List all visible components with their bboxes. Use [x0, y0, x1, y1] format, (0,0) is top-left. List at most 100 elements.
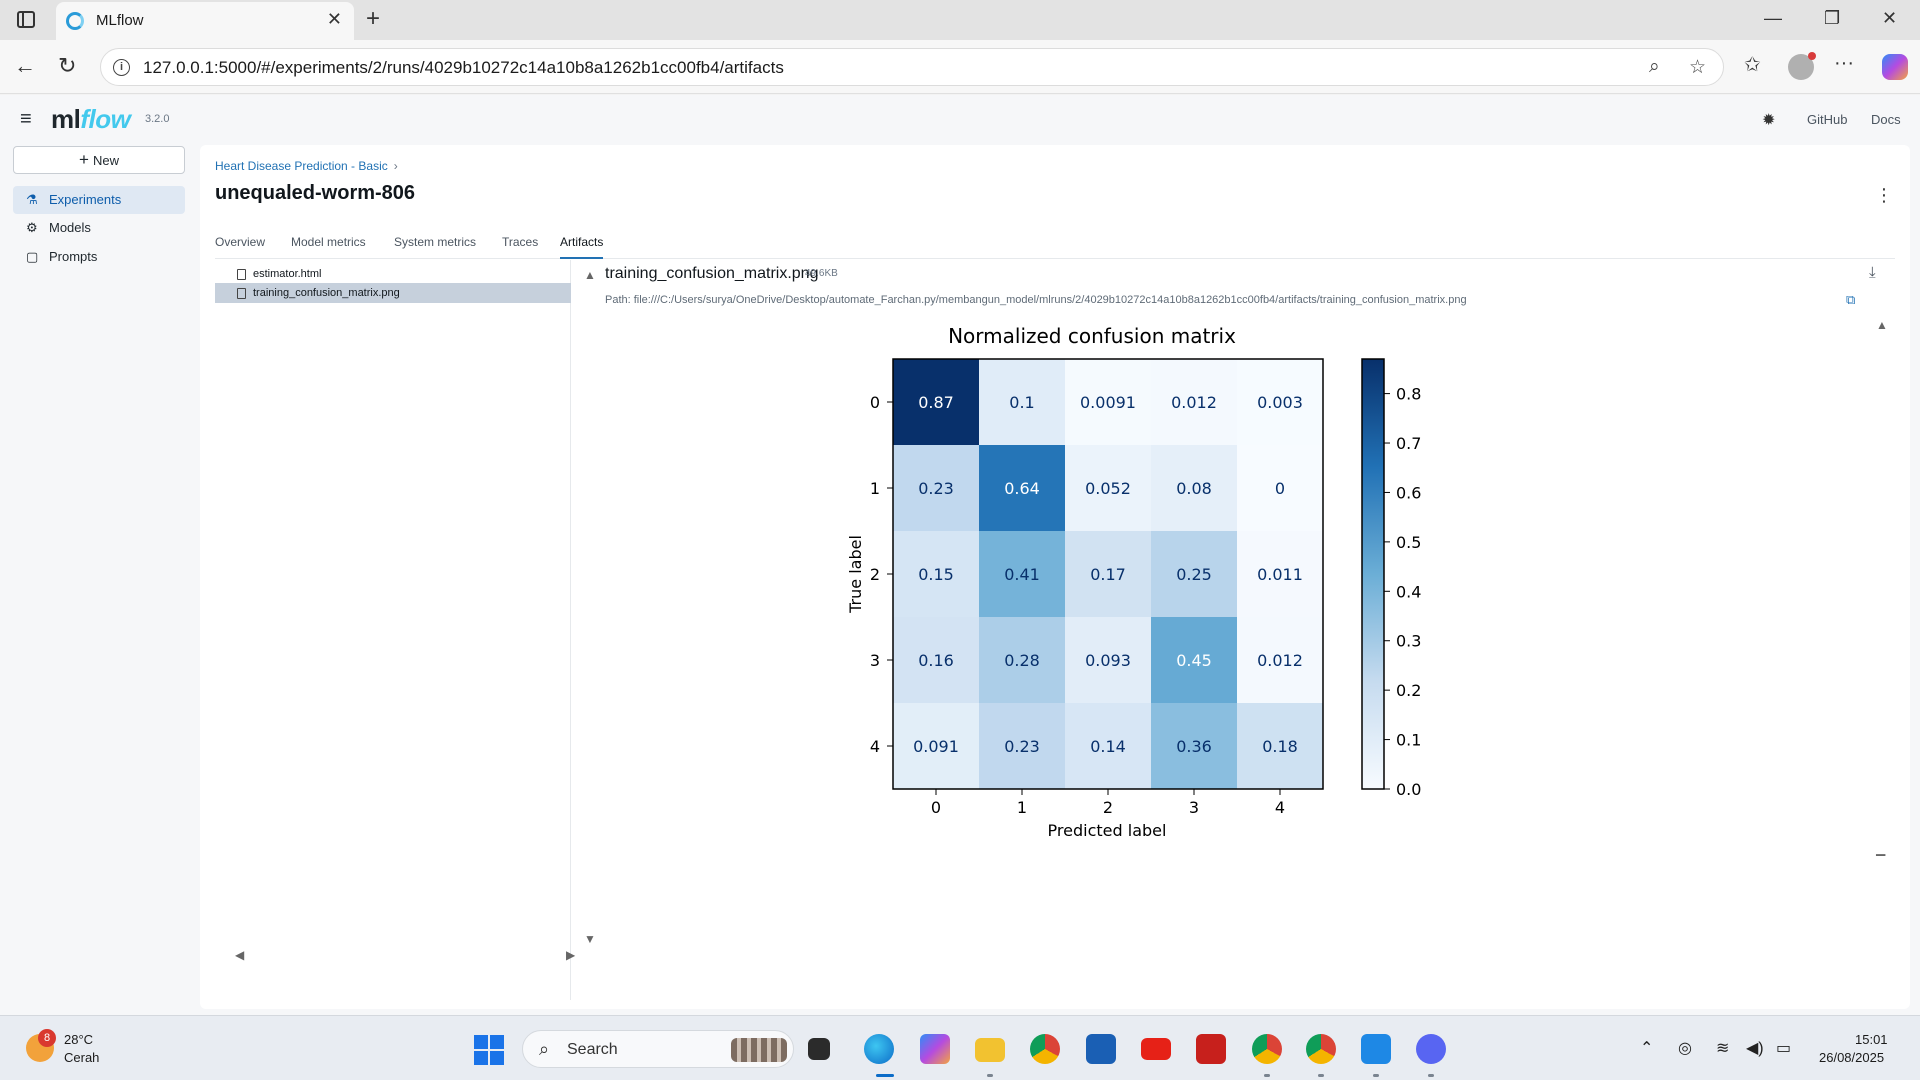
active-app-indicator	[876, 1074, 894, 1077]
address-bar[interactable]: i 127.0.0.1:5000/#/experiments/2/runs/40…	[100, 48, 1724, 86]
discord-icon[interactable]	[1416, 1034, 1446, 1064]
run-page: Heart Disease Prediction - Basic › unequa…	[200, 145, 1910, 1009]
running-indicator	[1318, 1074, 1324, 1077]
mlflow-logo[interactable]: mlflow	[51, 104, 131, 135]
beaker-icon: ⚗	[26, 192, 38, 207]
task-view-icon[interactable]	[808, 1038, 830, 1060]
scroll-right-icon[interactable]: ▶	[566, 948, 575, 962]
acrobat-icon[interactable]	[1196, 1034, 1226, 1064]
tab-title: MLflow	[96, 12, 144, 29]
kebab-menu-icon[interactable]: ⋮	[1875, 185, 1893, 206]
tab-overview[interactable]: Overview	[215, 235, 265, 259]
cell-value-label: 0.003	[1257, 393, 1303, 412]
tab-artifacts[interactable]: Artifacts	[560, 235, 604, 259]
clock-time[interactable]: 15:01	[1855, 1032, 1888, 1047]
cell-value-label: 0.25	[1176, 565, 1212, 584]
close-window-icon[interactable]: ✕	[1882, 8, 1897, 29]
file-explorer-icon[interactable]	[975, 1038, 1005, 1062]
new-button[interactable]: + New	[13, 146, 185, 174]
sidebar-item-models[interactable]: ⚙ Models	[13, 214, 185, 242]
volume-icon[interactable]: ◀)	[1746, 1038, 1764, 1058]
y-tick-label: 2	[870, 565, 880, 584]
taskbar-search[interactable]: ⌕ Search	[522, 1030, 794, 1068]
breadcrumb-experiment-link[interactable]: Heart Disease Prediction - Basic	[215, 159, 388, 173]
tab-actions-icon[interactable]	[17, 11, 35, 28]
artifact-file-confusion-matrix[interactable]: training_confusion_matrix.png	[215, 283, 571, 303]
reload-icon[interactable]: ↻	[58, 53, 76, 79]
colorbar-tick-label: 0.5	[1396, 533, 1421, 552]
y-tick-label: 1	[870, 479, 880, 498]
new-tab-icon[interactable]: +	[366, 5, 380, 33]
tab-traces[interactable]: Traces	[502, 235, 538, 259]
minimize-icon[interactable]: —	[1764, 8, 1782, 29]
sidebar-item-label: Experiments	[49, 192, 122, 207]
colorbar-tick-label: 0.7	[1396, 434, 1421, 453]
battery-icon[interactable]: ▭	[1776, 1038, 1791, 1058]
browser-tabstrip: MLflow ✕ + — ❐ ✕	[0, 0, 1920, 40]
copilot-app-icon[interactable]	[920, 1034, 950, 1064]
artifact-file-estimator[interactable]: estimator.html	[215, 264, 571, 284]
back-icon[interactable]: ←	[14, 53, 36, 79]
weather-description[interactable]: Cerah	[64, 1050, 99, 1065]
restore-icon[interactable]: ❐	[1824, 8, 1840, 29]
cell-value-label: 0.052	[1085, 479, 1131, 498]
artifact-viewer: training_confusion_matrix.png 49.6KB ⤓ P…	[580, 260, 1900, 1000]
tab-model-metrics[interactable]: Model metrics	[291, 235, 366, 259]
cell-value-label: 0.28	[1004, 651, 1040, 670]
colorbar-tick-label: 0.2	[1396, 681, 1421, 700]
breadcrumb: Heart Disease Prediction - Basic ›	[215, 159, 398, 173]
chrome-icon[interactable]	[1030, 1034, 1060, 1064]
browser-toolbar: ← ↻ i 127.0.0.1:5000/#/experiments/2/run…	[0, 40, 1920, 94]
edge-icon[interactable]	[864, 1034, 894, 1064]
x-tick-label: 1	[1017, 798, 1027, 817]
more-icon[interactable]: ···	[1834, 52, 1854, 75]
y-tick-label: 4	[870, 737, 880, 756]
tab-system-metrics[interactable]: System metrics	[394, 235, 476, 259]
taskbar: 8 28°C Cerah ⌕ Search ⌃ ◎ ≋ ◀) ▭ 15:01 2…	[0, 1015, 1920, 1080]
logo-flow: flow	[80, 104, 131, 134]
favorites-icon[interactable]: ✩	[1744, 52, 1761, 77]
x-tick-label: 2	[1103, 798, 1113, 817]
vscode-icon[interactable]	[1361, 1034, 1391, 1064]
chrome-profile-f-icon[interactable]	[1252, 1034, 1282, 1064]
docs-link[interactable]: Docs	[1871, 112, 1901, 127]
favorite-star-icon[interactable]: ☆	[1689, 56, 1706, 79]
menu-icon[interactable]: ≡	[20, 108, 32, 131]
scroll-left-icon[interactable]: ◀	[235, 948, 244, 962]
close-tab-icon[interactable]: ✕	[327, 9, 342, 30]
sidebar: + New ⚗ Experiments ⚙ Models ▢ Prompts	[0, 141, 198, 1015]
tray-app-icon[interactable]: ◎	[1678, 1038, 1692, 1058]
url-text[interactable]: 127.0.0.1:5000/#/experiments/2/runs/4029…	[143, 58, 784, 78]
weather-temperature[interactable]: 28°C	[64, 1032, 93, 1047]
sidebar-item-experiments[interactable]: ⚗ Experiments	[13, 186, 185, 214]
chart-title: Normalized confusion matrix	[948, 324, 1236, 348]
chrome-profile-2-icon[interactable]	[1306, 1034, 1336, 1064]
cell-value-label: 0.23	[1004, 737, 1040, 756]
cell-value-label: 0.41	[1004, 565, 1040, 584]
models-icon: ⚙	[26, 220, 38, 235]
prompts-icon: ▢	[26, 249, 39, 264]
theme-toggle-icon[interactable]: ✹	[1762, 110, 1775, 130]
windows-start-icon[interactable]	[474, 1035, 504, 1065]
x-tick-label: 3	[1189, 798, 1199, 817]
cell-value-label: 0.012	[1171, 393, 1217, 412]
copilot-icon[interactable]	[1882, 54, 1908, 80]
colorbar-tick-label: 0.3	[1396, 632, 1421, 651]
cell-value-label: 0.17	[1090, 565, 1126, 584]
cell-value-label: 0.15	[918, 565, 954, 584]
browser-tab[interactable]: MLflow ✕	[56, 2, 354, 40]
store-icon[interactable]	[1086, 1034, 1116, 1064]
cell-value-label: 0.64	[1004, 479, 1040, 498]
tray-overflow-icon[interactable]: ⌃	[1640, 1038, 1653, 1058]
clock-date[interactable]: 26/08/2025	[1819, 1050, 1884, 1065]
artifact-tree: estimator.html training_confusion_matrix…	[215, 260, 596, 1000]
zoom-icon[interactable]: ⌕	[1649, 56, 1660, 78]
github-link[interactable]: GitHub	[1807, 112, 1847, 127]
info-icon[interactable]: i	[113, 59, 130, 76]
app-header: ≡ mlflow 3.2.0 ✹ GitHub Docs	[0, 95, 1920, 141]
running-indicator	[987, 1074, 993, 1077]
wifi-icon[interactable]: ≋	[1716, 1038, 1729, 1058]
sidebar-item-label: Models	[49, 220, 91, 235]
sidebar-item-prompts[interactable]: ▢ Prompts	[13, 243, 185, 271]
youtube-icon[interactable]	[1141, 1038, 1171, 1060]
